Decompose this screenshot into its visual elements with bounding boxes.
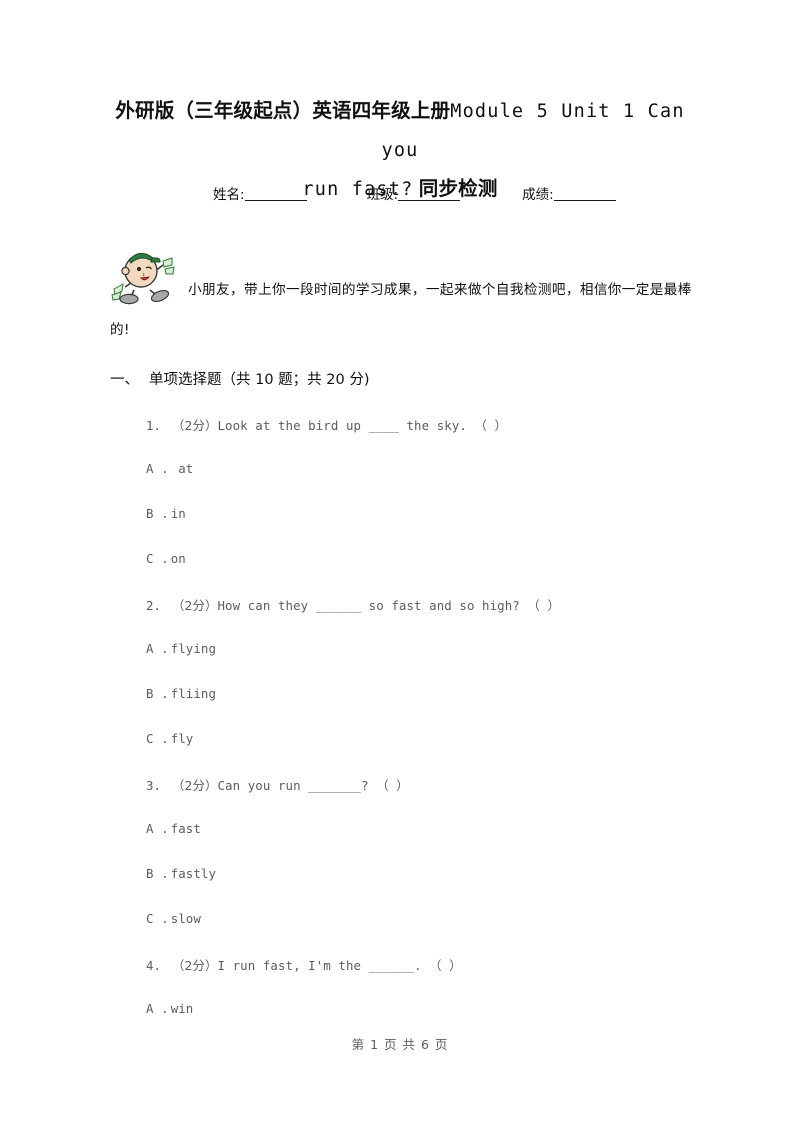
option-text: fastly [170,866,217,881]
question-text: Look at the bird up ____ the sky. （ ） [217,418,508,433]
question-number: 4. [146,958,162,973]
option-label: A . [146,1001,169,1016]
option-row[interactable]: A . at [146,459,706,504]
option-text: flying [170,641,217,656]
question-text: How can they ______ so fast and so high?… [217,598,560,613]
option-label: B . [146,866,169,881]
question-number: 2. [146,598,162,613]
question-block: 3. （2分）Can you run _______? （ ） A . fast B… [146,774,706,954]
option-text: in [170,506,186,521]
option-label: C . [146,551,169,566]
option-row[interactable]: C . fly [146,729,706,774]
option-row[interactable]: B . fastly [146,864,706,909]
option-text: fliing [170,686,217,701]
name-label: 姓名: [213,187,245,203]
question-text: Can you run _______? （ ） [217,778,409,793]
identity-row: 姓名: 班级: 成绩: [213,183,633,203]
section-number: 一、 [110,372,139,388]
option-label: B . [146,686,169,701]
document-page: 外研版（三年级起点）英语四年级上册Module 5 Unit 1 Can you… [0,0,800,1132]
option-label: B . [146,506,169,521]
option-row[interactable]: A . flying [146,639,706,684]
option-row[interactable]: C . slow [146,909,706,954]
name-field[interactable]: 姓名: [213,183,307,203]
question-points: （2分） [172,418,218,433]
option-text: at [170,461,194,476]
option-row[interactable]: B . fliing [146,684,706,729]
question-stem: 1. （2分）Look at the bird up ____ the sky. … [146,414,706,459]
option-text: on [170,551,186,566]
name-input-rule[interactable] [244,187,307,201]
score-field[interactable]: 成绩: [522,183,616,203]
question-stem: 4. （2分）I run fast, I'm the ______. （ ） [146,954,706,999]
title-publisher-cn: 外研版（三年级起点）英语四年级上册 [115,99,451,122]
question-stem: 3. （2分）Can you run _______? （ ） [146,774,706,819]
question-list: 1. （2分）Look at the bird up ____ the sky. … [146,414,706,1044]
option-row[interactable]: C . on [146,549,706,594]
intro-paragraph: 小朋友，带上你一段时间的学习成果，一起来做个自我检测吧，相信你一定是最棒的! [110,282,692,338]
class-input-rule[interactable] [398,187,461,201]
title-line-1: 外研版（三年级起点）英语四年级上册Module 5 Unit 1 Can you [110,92,690,170]
question-number: 1. [146,418,162,433]
option-text: win [170,1001,194,1016]
score-input-rule[interactable] [553,187,616,201]
option-label: A . [146,461,169,476]
option-label: A . [146,641,169,656]
page-footer: 第 1 页 共 6 页 [351,1037,449,1052]
option-row[interactable]: B . in [146,504,706,549]
question-points: （2分） [172,958,218,973]
class-field[interactable]: 班级: [367,183,461,203]
section-title: 单项选择题（共 10 题；共 20 分) [149,372,370,388]
question-points: （2分） [172,598,218,613]
option-text: slow [170,911,201,926]
question-block: 2. （2分）How can they ______ so fast and so… [146,594,706,774]
question-number: 3. [146,778,162,793]
question-points: （2分） [172,778,218,793]
option-text: fast [170,821,201,836]
option-row[interactable]: A . fast [146,819,706,864]
question-block: 1. （2分）Look at the bird up ____ the sky. … [146,414,706,594]
section-heading: 一、 单项选择题（共 10 题；共 20 分) [110,368,370,389]
option-text: fly [170,731,194,746]
question-block: 4. （2分）I run fast, I'm the ______. （ ） A … [146,954,706,1044]
option-label: C . [146,731,169,746]
option-label: C . [146,911,169,926]
score-label: 成绩: [522,187,554,203]
question-stem: 2. （2分）How can they ______ so fast and so… [146,594,706,639]
question-text: I run fast, I'm the ______. （ ） [217,958,462,973]
class-label: 班级: [366,187,399,203]
option-label: A . [146,821,169,836]
